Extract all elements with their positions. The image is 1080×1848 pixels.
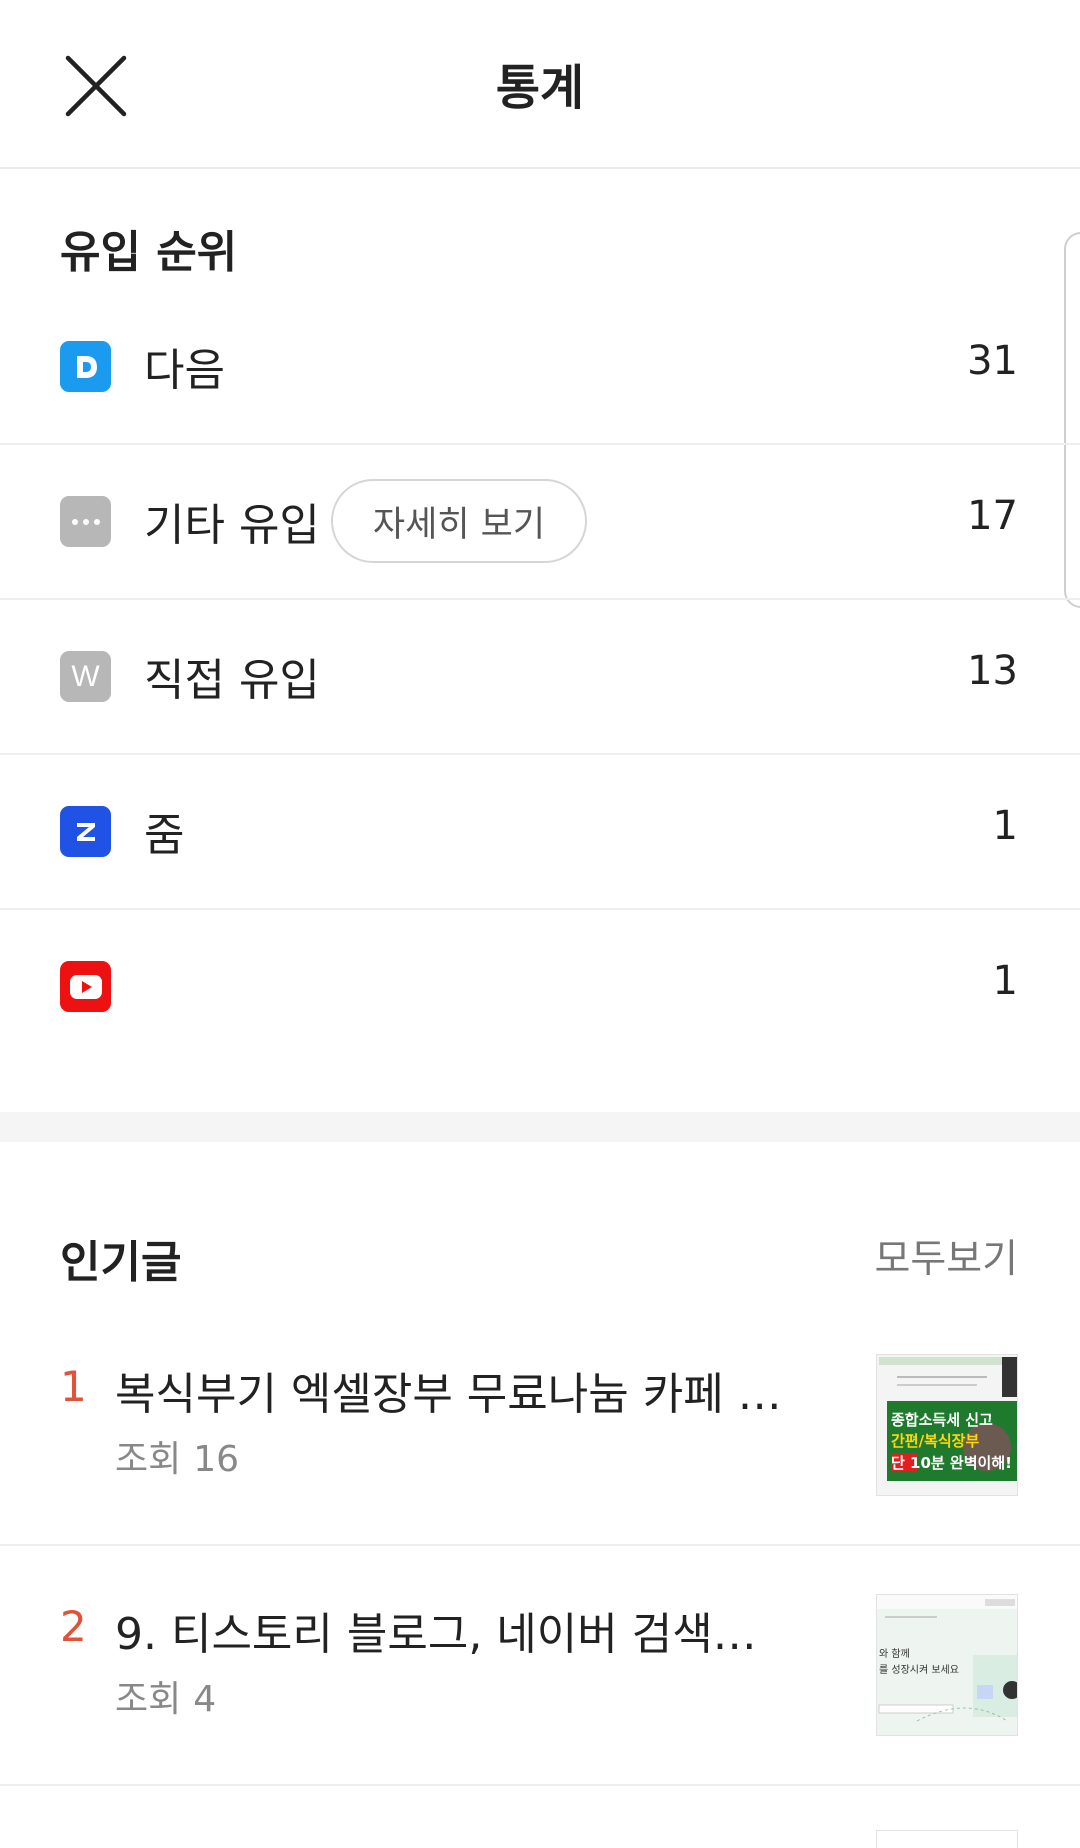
more-dots-icon <box>60 496 111 547</box>
post-thumbnail: 와 함께 를 성장시켜 보세요 <box>876 1594 1018 1736</box>
top-app-bar: 통계 <box>0 0 1080 169</box>
direct-w-icon: W <box>60 651 111 702</box>
section-divider <box>0 1112 1080 1142</box>
daum-icon <box>60 341 111 392</box>
popular-post-item[interactable]: 2 9. 티스토리 블로그, 네이버 검색… 조회 4 와 함께 를 성장시켜 보… <box>0 1546 1080 1786</box>
inflow-row-zum: 줌 1 <box>0 753 1080 910</box>
views-count: 4 <box>193 1679 217 1720</box>
post-thumbnail: 종합소득세 신고 간편/복식장부 단 10분 완벽이해! <box>876 1354 1018 1496</box>
post-thumbnail <box>876 1830 1018 1848</box>
popular-section-title: 인기글 <box>60 1237 182 1288</box>
inflow-count: 17 <box>967 493 1018 539</box>
inflow-label: 기타 유입 <box>144 500 320 551</box>
thumbnail-text: 종합소득세 신고 <box>891 1411 993 1429</box>
views-label: 조회 <box>115 1679 182 1720</box>
inflow-row-daum: 다음 31 <box>0 288 1080 445</box>
inflow-count: 13 <box>967 648 1018 694</box>
inflow-count: 1 <box>992 958 1018 1004</box>
thumbnail-text: 와 함께 <box>879 1648 910 1660</box>
post-views: 조회 16 <box>115 1430 239 1482</box>
inflow-count: 31 <box>967 338 1018 384</box>
view-all-link[interactable]: 모두보기 <box>874 1228 1018 1284</box>
view-details-button[interactable]: 자세히 보기 <box>331 479 587 563</box>
inflow-section-title: 유입 순위 <box>60 227 238 278</box>
thumbnail-text: 단 10분 완벽이해! <box>891 1454 1012 1472</box>
inflow-row-direct: W 직접 유입 13 <box>0 598 1080 755</box>
page-title: 통계 <box>495 60 585 116</box>
post-title: 9. 티스토리 블로그, 네이버 검색… <box>115 1609 757 1660</box>
inflow-count: 1 <box>992 803 1018 849</box>
popular-post-item[interactable]: 1 복식부기 엑셀장부 무료나눔 카페 소… 조회 16 종합소득세 신고 간편/… <box>0 1306 1080 1546</box>
inflow-label: 직접 유입 <box>144 655 320 706</box>
post-rank: 1 <box>60 1362 87 1411</box>
zum-icon <box>60 806 111 857</box>
inflow-row-youtube: 1 <box>0 908 1080 1063</box>
thumbnail-text: 간편/복식장부 <box>891 1432 979 1450</box>
inflow-label: 줌 <box>144 810 185 861</box>
post-title: 복식부기 엑셀장부 무료나눔 카페 소… <box>115 1369 805 1420</box>
views-count: 16 <box>193 1439 240 1480</box>
youtube-icon <box>60 961 111 1012</box>
inflow-label: 다음 <box>144 345 225 396</box>
post-rank: 2 <box>60 1602 87 1651</box>
views-label: 조회 <box>115 1439 182 1480</box>
inflow-row-other: 기타 유입 자세히 보기 17 <box>0 443 1080 600</box>
thumbnail-text: 를 성장시켜 보세요 <box>879 1664 959 1676</box>
post-views: 조회 4 <box>115 1670 216 1722</box>
